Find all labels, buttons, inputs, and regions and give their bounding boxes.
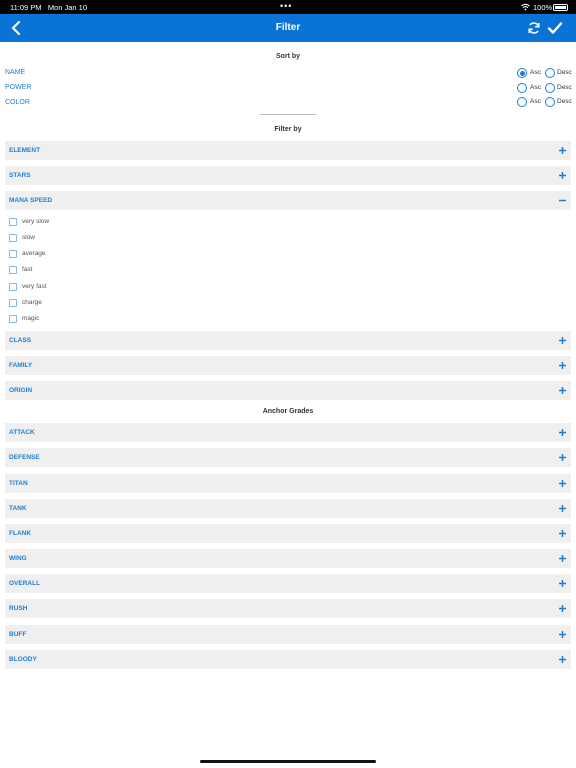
section-label: WING [9, 555, 27, 562]
filter-section-stars[interactable]: STARS [5, 166, 571, 185]
refresh-icon[interactable] [527, 21, 541, 35]
plus-icon [559, 656, 566, 663]
checkmark-icon[interactable] [547, 20, 563, 36]
multitasking-dots[interactable]: ••• [280, 1, 292, 11]
filter-section-class[interactable]: CLASS [5, 331, 571, 350]
section-label: DEFENSE [9, 454, 40, 461]
section-label: OVERALL [9, 580, 41, 587]
home-indicator[interactable] [200, 760, 376, 763]
checkbox[interactable] [9, 299, 17, 307]
divider [260, 114, 316, 115]
asc-label: Asc [530, 84, 541, 91]
section-label: BUFF [9, 631, 27, 638]
section-label: RUSH [9, 605, 28, 612]
option-label: slow [22, 234, 36, 241]
asc-label: Asc [530, 98, 541, 105]
page-title: Filter [275, 22, 301, 33]
battery-percentage: 100% [533, 3, 553, 12]
section-label: FLANK [9, 530, 32, 537]
nav-bar: Filter [0, 14, 576, 42]
sort-color-desc-radio[interactable] [545, 97, 555, 107]
anchor-section-overall[interactable]: OVERALL [5, 574, 571, 593]
filter-section-family[interactable]: FAMILY [5, 356, 571, 375]
mana-speed-option[interactable]: fast [9, 265, 209, 275]
sort-power-desc-radio[interactable] [545, 83, 555, 93]
checkbox[interactable] [9, 315, 17, 323]
section-label: ORIGIN [9, 387, 33, 394]
desc-label: Desc [557, 69, 572, 76]
option-label: fast [22, 266, 33, 273]
battery-icon [553, 4, 568, 11]
plus-icon [559, 362, 566, 369]
mana-speed-option[interactable]: magic [9, 314, 209, 324]
plus-icon [559, 172, 566, 179]
option-label: charge [22, 299, 42, 306]
filter-section-element[interactable]: ELEMENT [5, 141, 571, 160]
sort-label-color: COLOR [5, 99, 30, 106]
section-label: CLASS [9, 337, 32, 344]
sort-name-desc-radio[interactable] [545, 68, 555, 78]
checkbox[interactable] [9, 250, 17, 258]
plus-icon [559, 387, 566, 394]
sort-name-asc-radio[interactable] [517, 68, 527, 78]
anchor-section-buff[interactable]: BUFF [5, 625, 571, 644]
anchor-section-titan[interactable]: TITAN [5, 474, 571, 493]
anchor-section-tank[interactable]: TANK [5, 499, 571, 518]
checkbox[interactable] [9, 234, 17, 242]
status-bar: 11:09 PM Mon Jan 10 ••• 100% [0, 0, 576, 14]
section-label: TANK [9, 505, 27, 512]
sort-by-heading: Sort by [275, 53, 301, 60]
section-label: MANA SPEED [9, 197, 53, 204]
sort-label-power: POWER [5, 84, 32, 91]
plus-icon [559, 337, 566, 344]
desc-label: Desc [557, 84, 572, 91]
section-label: TITAN [9, 480, 28, 487]
status-time: 11:09 PM Mon Jan 10 [10, 3, 88, 12]
section-label: STARS [9, 172, 31, 179]
mana-speed-option[interactable]: very fast [9, 282, 209, 292]
plus-icon [559, 454, 566, 461]
anchor-section-defense[interactable]: DEFENSE [5, 448, 571, 467]
anchor-section-rush[interactable]: RUSH [5, 599, 571, 618]
checkbox[interactable] [9, 283, 17, 291]
filter-section-mana-speed[interactable]: MANA SPEED [5, 191, 571, 210]
plus-icon [559, 580, 566, 587]
checkbox[interactable] [9, 218, 17, 226]
anchor-section-wing[interactable]: WING [5, 549, 571, 568]
anchor-section-attack[interactable]: ATTACK [5, 423, 571, 442]
mana-speed-option[interactable]: slow [9, 233, 209, 243]
plus-icon [559, 631, 566, 638]
checkbox[interactable] [9, 266, 17, 274]
plus-icon [559, 530, 566, 537]
anchor-grades-heading: Anchor Grades [262, 408, 314, 415]
option-label: average [22, 250, 46, 257]
wifi-icon [521, 3, 530, 11]
anchor-section-bloody[interactable]: BLOODY [5, 650, 571, 669]
filter-by-heading: Filter by [274, 126, 302, 133]
section-label: ELEMENT [9, 147, 41, 154]
section-label: ATTACK [9, 429, 35, 436]
plus-icon [559, 480, 566, 487]
filter-section-origin[interactable]: ORIGIN [5, 381, 571, 400]
plus-icon [559, 605, 566, 612]
sort-label-name: NAME [5, 69, 26, 76]
section-label: FAMILY [9, 362, 33, 369]
plus-icon [559, 555, 566, 562]
mana-speed-option[interactable]: very slow [9, 217, 209, 227]
plus-icon [559, 147, 566, 154]
plus-icon [559, 429, 566, 436]
plus-icon [559, 505, 566, 512]
option-label: magic [22, 315, 40, 322]
anchor-section-flank[interactable]: FLANK [5, 524, 571, 543]
desc-label: Desc [557, 98, 572, 105]
asc-label: Asc [530, 69, 541, 76]
sort-power-asc-radio[interactable] [517, 83, 527, 93]
option-label: very slow [22, 218, 50, 225]
sort-color-asc-radio[interactable] [517, 97, 527, 107]
section-label: BLOODY [9, 656, 37, 663]
mana-speed-option[interactable]: charge [9, 298, 209, 308]
minus-icon [559, 199, 566, 202]
mana-speed-option[interactable]: average [9, 249, 209, 259]
option-label: very fast [22, 283, 47, 290]
